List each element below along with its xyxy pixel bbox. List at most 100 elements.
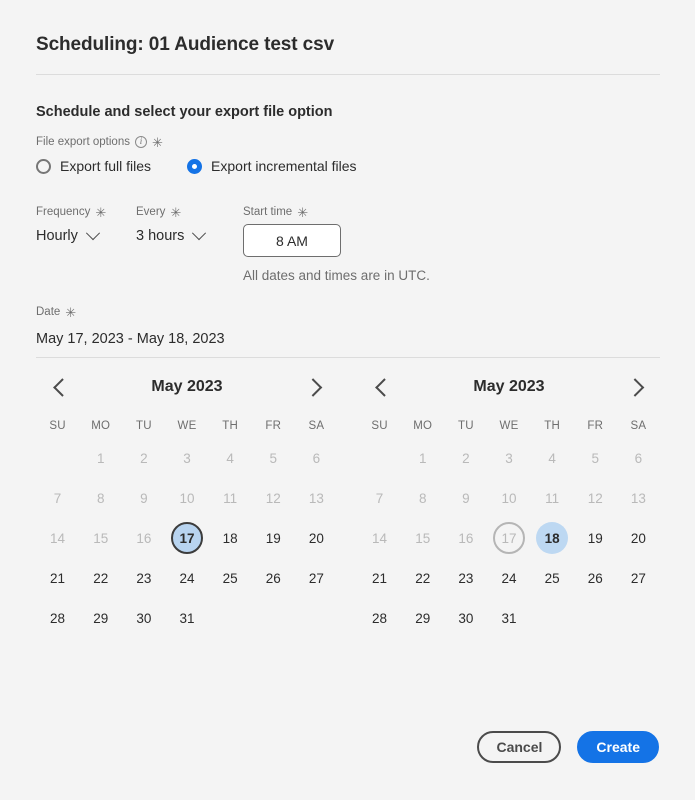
- radio-circle-unchecked-icon[interactable]: [36, 158, 51, 174]
- calendar-day: 1: [418, 450, 427, 466]
- calendar-day[interactable]: 24: [171, 562, 203, 594]
- calendar-day-cell: 24: [165, 558, 208, 598]
- previous-month-button[interactable]: [367, 373, 395, 401]
- calendar-day[interactable]: 19: [579, 522, 611, 554]
- calendar-day-cell: [36, 438, 79, 478]
- calendar-day[interactable]: 29: [85, 602, 117, 634]
- calendar-dates-grid: 1 2 3 4 5 6 7 8 9 10 11 12 13 14 15 16 17 18 19 20 21 22 23 24 2…: [36, 438, 338, 638]
- calendar-day[interactable]: 22: [85, 562, 117, 594]
- calendar-day-cell: 14: [358, 518, 401, 558]
- calendar-day-cell: 4: [209, 438, 252, 478]
- calendar-day-cell: 14: [36, 518, 79, 558]
- calendar-day[interactable]: 29: [407, 602, 439, 634]
- chevron-left-icon: [52, 377, 72, 397]
- calendar-day-cell: [617, 598, 660, 638]
- previous-month-button[interactable]: [45, 373, 73, 401]
- calendar-day[interactable]: 27: [300, 562, 332, 594]
- calendar-day-cell: 19: [252, 518, 295, 558]
- calendar-day[interactable]: 26: [257, 562, 289, 594]
- radio-export-full-files-label: Export full files: [60, 158, 152, 174]
- calendar-day-cell: 24: [487, 558, 530, 598]
- calendar-day[interactable]: 23: [128, 562, 160, 594]
- calendar-day-cell: 12: [252, 478, 295, 518]
- calendar-dates-grid: 1 2 3 4 5 6 7 8 9 10 11 12 13 14 15 16 17 18 19 20 21 22 23 24 2…: [358, 438, 660, 638]
- info-icon[interactable]: i: [134, 135, 147, 148]
- calendar-day[interactable]: 18: [214, 522, 246, 554]
- calendar-day[interactable]: 31: [171, 602, 203, 634]
- required-asterisk: ✳: [297, 205, 309, 220]
- frequency-dropdown[interactable]: Hourly: [36, 226, 100, 244]
- file-export-options-radio-group[interactable]: Export full files Export incremental fil…: [36, 158, 357, 174]
- calendar-day-cell: 7: [36, 478, 79, 518]
- calendar-day[interactable]: 20: [300, 522, 332, 554]
- start-time-input[interactable]: 8 AM: [243, 224, 341, 257]
- calendar-day-cell: [295, 598, 338, 638]
- start-date-calendar: May 2023 SU MO TU WE TH FR SA 1 2 3 4 5 6 7 8 9 10 11 12 13 1…: [36, 368, 338, 638]
- calendar-day[interactable]: 25: [214, 562, 246, 594]
- calendar-day: 16: [458, 530, 474, 546]
- start-time-label: Start time ✳: [243, 205, 309, 220]
- calendar-day-cell: 13: [617, 478, 660, 518]
- calendar-day: 8: [96, 490, 105, 506]
- calendar-day[interactable]: 31: [493, 602, 525, 634]
- calendar-day[interactable]: 27: [622, 562, 654, 594]
- calendar-day: 13: [630, 490, 646, 506]
- calendar-day: 14: [50, 530, 66, 546]
- calendar-day[interactable]: 23: [450, 562, 482, 594]
- calendar-day: 16: [136, 530, 152, 546]
- calendar-day: 7: [375, 490, 384, 506]
- next-month-button[interactable]: [301, 373, 329, 401]
- radio-export-incremental-files[interactable]: Export incremental files: [187, 158, 357, 174]
- calendar-day: 10: [179, 490, 195, 506]
- calendar-day-cell: 8: [79, 478, 122, 518]
- calendar-day-cell: 1: [79, 438, 122, 478]
- calendar-day[interactable]: 17: [170, 522, 203, 554]
- calendar-day[interactable]: 18: [536, 522, 569, 554]
- calendar-day-empty: [364, 442, 396, 474]
- calendar-day[interactable]: 30: [128, 602, 160, 634]
- calendar-day: 1: [96, 450, 105, 466]
- calendar-day: 17: [492, 522, 525, 554]
- chevron-down-icon[interactable]: [85, 226, 100, 241]
- chevron-right-icon: [304, 377, 323, 397]
- calendar-day[interactable]: 26: [579, 562, 611, 594]
- calendar-day[interactable]: 20: [622, 522, 654, 554]
- calendar-day[interactable]: 28: [364, 602, 396, 634]
- calendar-day-cell: 16: [122, 518, 165, 558]
- date-divider: [36, 357, 660, 358]
- calendar-day-empty: [536, 602, 568, 634]
- next-month-button[interactable]: [623, 373, 651, 401]
- cancel-button[interactable]: Cancel: [477, 731, 562, 763]
- calendar-day[interactable]: 22: [407, 562, 439, 594]
- calendar-range-picker: May 2023 SU MO TU WE TH FR SA 1 2 3 4 5 6 7 8 9 10 11 12 13 1…: [36, 368, 660, 638]
- calendar-day-cell: [531, 598, 574, 638]
- file-export-options-label: File export options i ✳: [36, 135, 163, 149]
- create-button[interactable]: Create: [577, 731, 659, 763]
- every-dropdown[interactable]: 3 hours: [136, 226, 207, 244]
- calendar-day[interactable]: 25: [536, 562, 568, 594]
- calendar-day-cell: 23: [444, 558, 487, 598]
- calendar-day[interactable]: 21: [364, 562, 396, 594]
- calendar-day: 13: [308, 490, 324, 506]
- calendar-day[interactable]: 19: [257, 522, 289, 554]
- calendar-day[interactable]: 21: [42, 562, 74, 594]
- calendar-day: 11: [545, 490, 560, 506]
- calendar-day-cell: 20: [617, 518, 660, 558]
- weekday-label: SU: [49, 420, 66, 432]
- calendar-day[interactable]: 28: [42, 602, 74, 634]
- calendar-day[interactable]: 24: [493, 562, 525, 594]
- radio-circle-checked-icon[interactable]: [187, 158, 203, 174]
- calendar-day[interactable]: 30: [450, 602, 482, 634]
- calendar-header: May 2023: [358, 368, 660, 406]
- calendar-day: 2: [140, 450, 148, 466]
- calendar-day-cell: 23: [122, 558, 165, 598]
- chevron-down-icon[interactable]: [192, 226, 207, 241]
- calendar-day-cell: 26: [252, 558, 295, 598]
- weekday-label: SA: [308, 420, 325, 432]
- radio-export-full-files[interactable]: Export full files: [36, 158, 151, 174]
- calendar-day: 4: [226, 450, 234, 466]
- calendar-day-empty: [42, 442, 74, 474]
- weekday-label: TU: [135, 420, 152, 432]
- calendar-day-cell: 22: [79, 558, 122, 598]
- every-value: 3 hours: [136, 228, 185, 244]
